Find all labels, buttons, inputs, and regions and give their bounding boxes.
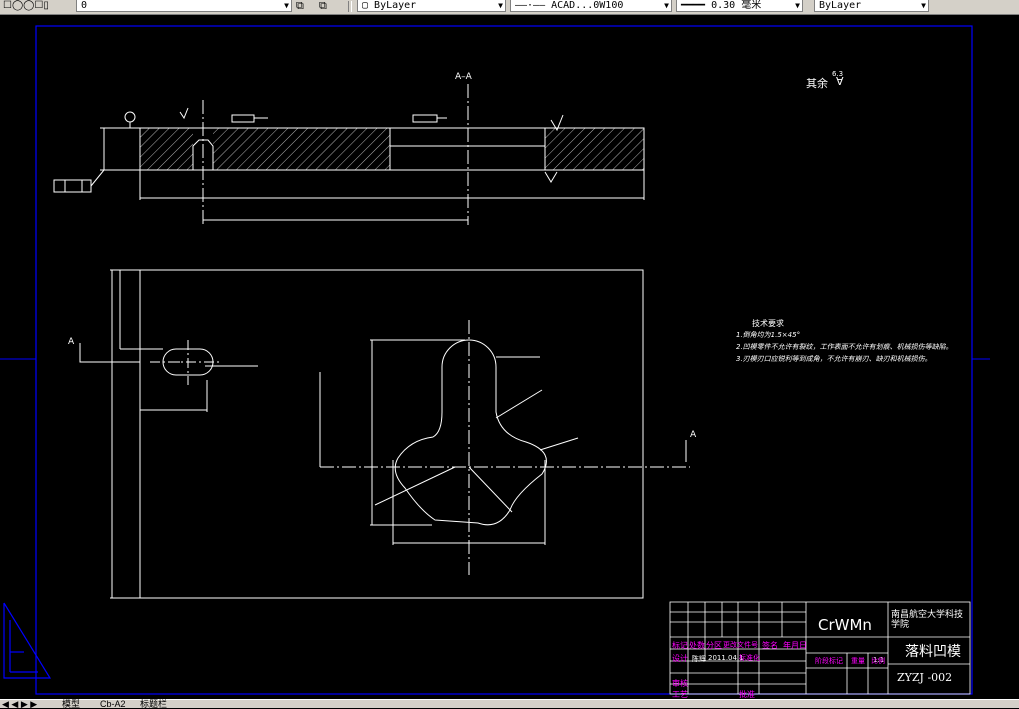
chevron-down-icon: ▼ — [795, 1, 800, 10]
scale-label: 比例 — [871, 657, 885, 665]
chevron-down-icon: ▼ — [498, 1, 503, 10]
header-label: 处数 — [689, 641, 705, 650]
header-label: 签名 — [762, 641, 778, 650]
header-label: 标记 — [672, 641, 688, 650]
linetype-value: ACAD...0W100 — [551, 0, 624, 11]
tech-req-item: 3.刃模刃口应锐利等到成角，不允许有崩刃、缺刃和机械损伤。 — [736, 355, 932, 363]
lineweight-value: 0.30 毫米 — [711, 0, 762, 11]
chevron-down-icon: ▼ — [921, 1, 926, 10]
toolbar-separator — [348, 1, 352, 12]
plotstyle-value: ByLayer — [819, 0, 862, 11]
row-label-review: 审核 — [672, 679, 688, 688]
chevron-down-icon: ▼ — [284, 1, 289, 10]
row-label-design: 设计 — [672, 654, 688, 663]
designer-name: 陈辉 — [692, 655, 706, 663]
section-view — [53, 84, 645, 225]
layer-states-icon[interactable]: ⧉ — [319, 0, 327, 12]
die-opening-contour — [394, 339, 547, 526]
plotstyle-dropdown[interactable]: ByLayer ▼ — [814, 0, 929, 12]
lineweight-dropdown[interactable]: ━━━━ 0.30 毫米 ▼ — [676, 0, 803, 12]
technical-requirements: 技术要求 1.倒角均为1.5×45° 2.凹模零件不允许有裂纹，工作表面不允许有… — [736, 318, 972, 365]
layer-state-icons[interactable]: ☐◯◯☐▯ — [3, 0, 49, 12]
vertical-area — [990, 15, 1019, 699]
chevron-down-icon: ▼ — [664, 1, 669, 10]
tech-req-title: 技术要求 — [752, 319, 784, 328]
plan-view — [79, 269, 690, 599]
layer-dropdown[interactable]: 0 ▼ — [76, 0, 292, 12]
section-label: A–A — [455, 72, 472, 82]
roughness-symbol-icon: ∀ — [836, 75, 844, 88]
header-label: 分区 — [706, 641, 722, 650]
weight-label: 重量 — [851, 657, 865, 665]
linetype-dropdown[interactable]: ——·—— ACAD...0W100 ▼ — [510, 0, 672, 12]
header-label: 年月日 — [783, 641, 807, 650]
layer-previous-icon[interactable]: ⧉ — [296, 0, 304, 12]
color-swatch-icon: ▢ — [362, 0, 375, 11]
properties-toolbar: ☐◯◯☐▯ 0 ▼ ⧉ ⧉ ▢ ByLayer ▼ ——·—— ACAD...0… — [0, 0, 1019, 15]
ucs-triangle — [3, 602, 52, 679]
school-name: 南昌航空大学科技学院 — [891, 610, 964, 630]
layer-value: 0 — [81, 0, 88, 11]
std-label: 标准化 — [739, 654, 760, 662]
tech-req-item: 2.凹模零件不允许有裂纹，工作表面不允许有划痕、机械损伤等缺陷。 — [736, 343, 953, 351]
header-label: 更改文件号 — [723, 641, 758, 649]
color-dropdown[interactable]: ▢ ByLayer ▼ — [357, 0, 506, 12]
stage-label: 阶段标记 — [815, 657, 843, 665]
tech-req-item: 1.倒角均为1.5×45° — [736, 331, 801, 339]
material-text: CrWMn — [818, 616, 872, 634]
plate-outline — [139, 269, 644, 599]
lineweight-sample-icon: ━━━━ — [681, 0, 712, 11]
section-marker-left: A — [68, 337, 75, 347]
drawing-number: ZYZJ -002 — [897, 671, 953, 684]
section-marker-right: A — [690, 430, 697, 440]
part-name: 落料凹模 — [905, 644, 961, 660]
linetype-sample-icon: ——·—— — [515, 0, 552, 11]
drawing-canvas[interactable]: A–A A A 其余 6.3 ∀ 技术要求 1.倒角均为1.5×45° 2.凹模… — [0, 15, 990, 699]
color-value: ByLayer — [374, 0, 417, 11]
surface-finish-note: 其余 — [806, 77, 828, 90]
